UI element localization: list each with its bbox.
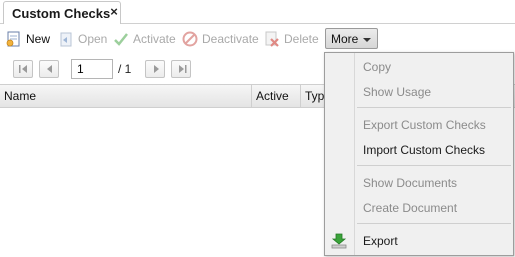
menu-item-copy[interactable]: Copy [325,56,513,78]
new-document-icon [6,31,22,47]
chevron-down-icon [363,37,372,42]
new-button[interactable]: New [6,29,50,49]
first-page-icon [19,65,27,73]
menu-item-label: Import Custom Checks [363,143,486,157]
page-count: / 1 [118,62,132,76]
menu-item-create-document[interactable]: Create Document [325,197,513,219]
more-menu: Copy Show Usage Export Custom Checks Imp… [324,52,514,256]
custom-checks-panel: Custom Checks × New Open Activate Deacti… [0,0,515,257]
more-label: More [331,31,359,46]
menu-item-show-usage[interactable]: Show Usage [325,81,513,103]
prev-page-button[interactable] [39,60,59,78]
activate-button[interactable]: Activate [113,29,176,49]
first-page-button[interactable] [13,60,33,78]
menu-item-export[interactable]: Export [325,230,513,252]
next-page-button[interactable] [145,60,165,78]
menu-item-show-documents[interactable]: Show Documents [325,172,513,194]
menu-item-label: Export [363,234,398,248]
delete-label: Delete [284,32,319,46]
deactivate-icon [182,31,198,47]
delete-icon [264,31,280,47]
deactivate-button[interactable]: Deactivate [182,29,259,49]
close-icon[interactable]: × [108,5,120,18]
open-label: Open [78,32,108,46]
activate-label: Activate [133,32,176,46]
column-header-name[interactable]: Name [0,85,252,107]
check-icon [113,31,129,47]
prev-page-icon [47,65,52,73]
menu-item-label: Create Document [363,201,458,215]
menu-separator [357,165,511,166]
deactivate-label: Deactivate [202,32,259,46]
menu-item-export-custom-checks[interactable]: Export Custom Checks [325,114,513,136]
delete-button[interactable]: Delete [264,29,319,49]
menu-item-label: Show Documents [363,176,458,190]
toolbar: New Open Activate Deactivate Delete [0,25,515,53]
open-button[interactable]: Open [58,29,107,49]
download-icon [330,232,348,250]
more-button[interactable]: More [325,28,378,49]
tab-strip: Custom Checks × [0,0,515,24]
next-page-icon [154,65,159,73]
last-page-icon [179,65,187,73]
column-header-active[interactable]: Active [252,85,301,107]
menu-separator [357,223,511,224]
tab-custom-checks[interactable]: Custom Checks × [3,1,121,24]
menu-item-label: Show Usage [363,85,432,99]
menu-item-label: Export Custom Checks [363,118,486,132]
menu-separator [357,107,511,108]
menu-item-label: Copy [363,60,392,74]
last-page-button[interactable] [171,60,191,78]
page-number-input[interactable] [71,59,113,79]
menu-item-import-custom-checks[interactable]: Import Custom Checks [325,139,513,161]
open-document-icon [58,31,74,47]
tab-label: Custom Checks [12,6,111,21]
new-label: New [26,32,51,46]
